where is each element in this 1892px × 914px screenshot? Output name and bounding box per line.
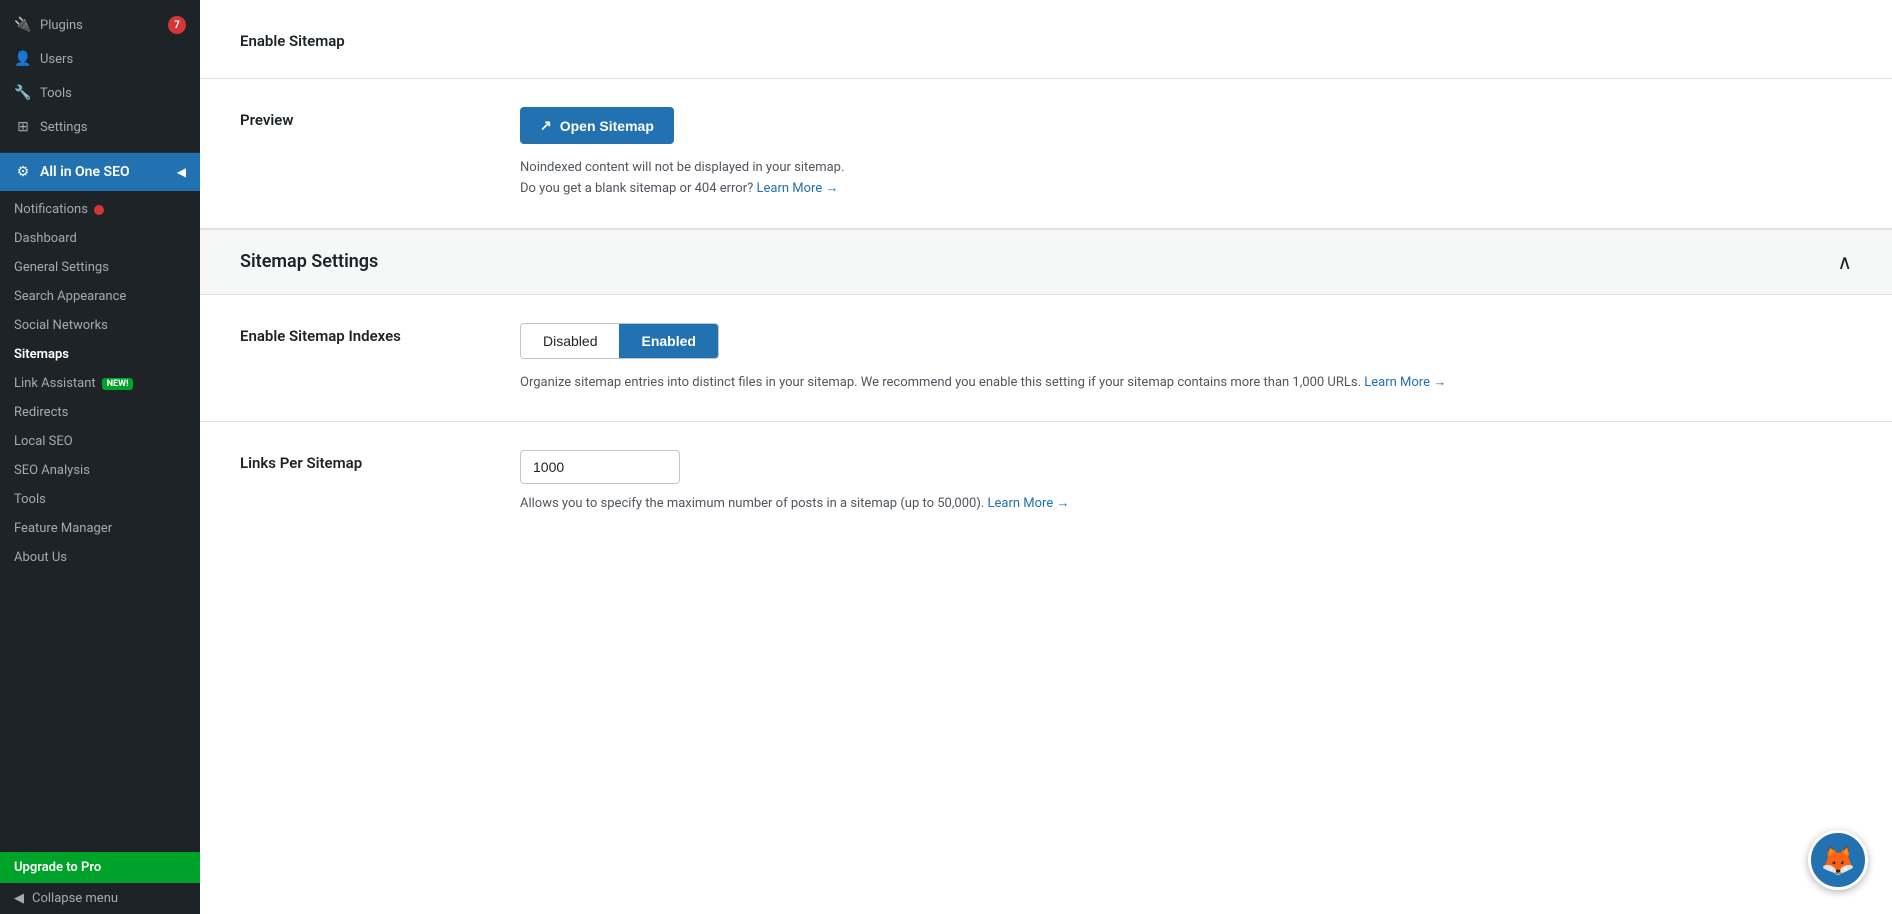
preview-note-line2: Do you get a blank sitemap or 404 error? — [520, 181, 753, 196]
floating-avatar[interactable]: 🦊 — [1808, 830, 1868, 890]
enable-indexes-control: Disabled Enabled Organize sitemap entrie… — [520, 323, 1852, 394]
open-sitemap-label: Open Sitemap — [560, 118, 654, 134]
plugins-badge: 7 — [168, 16, 186, 34]
dashboard-label: Dashboard — [14, 231, 77, 246]
avatar-emoji: 🦊 — [1821, 844, 1856, 877]
sidebar-item-tools-wp[interactable]: 🔧 Tools — [0, 76, 200, 110]
sitemap-settings-title: Sitemap Settings — [240, 251, 378, 272]
upgrade-label: Upgrade to Pro — [14, 860, 101, 875]
sitemap-indexes-disabled-button[interactable]: Disabled — [521, 324, 619, 358]
settings-icon: ⊞ — [14, 118, 32, 136]
tools-label: Tools — [40, 86, 186, 101]
sidebar-item-link-assistant[interactable]: Link Assistant NEW! — [0, 369, 200, 398]
social-networks-label: Social Networks — [14, 318, 108, 333]
preview-note-line1: Noindexed content will not be displayed … — [520, 160, 844, 175]
links-learn-more-label: Learn More → — [988, 496, 1070, 511]
general-settings-label: General Settings — [14, 260, 109, 275]
tools-sub-label: Tools — [14, 492, 46, 507]
settings-label: Settings — [40, 120, 186, 135]
enable-sitemap-indexes-label: Enable Sitemap Indexes — [240, 323, 520, 345]
sidebar-item-plugins[interactable]: 🔌 Plugins 7 — [0, 8, 200, 42]
search-appearance-label: Search Appearance — [14, 289, 126, 304]
about-us-label: About Us — [14, 550, 67, 565]
links-per-sitemap-row: Links Per Sitemap Allows you to specify … — [200, 422, 1892, 543]
collapse-menu-button[interactable]: ◀ Collapse menu — [0, 883, 200, 914]
enable-sitemap-row: Enable Sitemap — [200, 0, 1892, 79]
notifications-label: Notifications — [14, 202, 88, 217]
sidebar-item-users[interactable]: 👤 Users — [0, 42, 200, 76]
sidebar-item-about-us[interactable]: About Us — [0, 543, 200, 572]
sidebar-sub-section: Notifications Dashboard General Settings… — [0, 191, 200, 576]
feature-manager-label: Feature Manager — [14, 521, 112, 536]
seo-analysis-label: SEO Analysis — [14, 463, 90, 478]
plugins-label: Plugins — [40, 18, 160, 33]
preview-control: ↗ Open Sitemap Noindexed content will no… — [520, 107, 1852, 200]
aioseo-label: All in One SEO — [40, 164, 169, 180]
preview-learn-more-label: Learn More → — [757, 181, 839, 196]
enable-indexes-learn-more-link[interactable]: Learn More → — [1364, 375, 1446, 390]
enable-indexes-learn-more-label: Learn More → — [1364, 375, 1446, 390]
sidebar-item-redirects[interactable]: Redirects — [0, 398, 200, 427]
sidebar-item-local-seo[interactable]: Local SEO — [0, 427, 200, 456]
sitemap-indexes-enabled-button[interactable]: Enabled — [619, 324, 717, 358]
preview-row: Preview ↗ Open Sitemap Noindexed content… — [200, 79, 1892, 229]
notification-dot — [94, 205, 104, 215]
open-sitemap-button[interactable]: ↗ Open Sitemap — [520, 107, 674, 144]
preview-learn-more-link[interactable]: Learn More → — [757, 181, 839, 196]
sidebar-item-general-settings[interactable]: General Settings — [0, 253, 200, 282]
links-per-sitemap-input[interactable] — [520, 450, 680, 484]
links-per-sitemap-description: Allows you to specify the maximum number… — [520, 494, 1852, 515]
sidebar-item-tools[interactable]: Tools — [0, 485, 200, 514]
preview-note: Noindexed content will not be displayed … — [520, 158, 1852, 200]
new-badge: NEW! — [102, 378, 134, 390]
toggle-thumb — [547, 31, 567, 51]
enabled-label: Enabled — [641, 333, 695, 349]
sidebar-item-notifications[interactable]: Notifications — [0, 195, 200, 224]
tools-icon: 🔧 — [14, 84, 32, 102]
plugins-icon: 🔌 — [14, 16, 32, 34]
sitemap-indexes-toggle-group: Disabled Enabled — [520, 323, 719, 359]
preview-label: Preview — [240, 107, 520, 129]
main-content: Enable Sitemap Preview ↗ Open Sitemap No… — [200, 0, 1892, 914]
links-desc-text: Allows you to specify the maximum number… — [520, 496, 984, 511]
sidebar: 🔌 Plugins 7 👤 Users 🔧 Tools ⊞ Settings ⚙… — [0, 0, 200, 914]
sitemaps-label: Sitemaps — [14, 347, 69, 362]
local-seo-label: Local SEO — [14, 434, 73, 449]
users-icon: 👤 — [14, 50, 32, 68]
chevron-up-icon: ∧ — [1837, 250, 1852, 274]
users-label: Users — [40, 52, 186, 67]
disabled-label: Disabled — [543, 333, 597, 349]
enable-sitemap-indexes-row: Enable Sitemap Indexes Disabled Enabled … — [200, 295, 1892, 423]
sidebar-item-aioseo[interactable]: ⚙ All in One SEO ◀ — [0, 153, 200, 191]
sidebar-item-sitemaps[interactable]: Sitemaps — [0, 340, 200, 369]
sitemap-settings-header[interactable]: Sitemap Settings ∧ — [200, 229, 1892, 295]
upgrade-to-pro-button[interactable]: Upgrade to Pro — [0, 852, 200, 883]
sidebar-top-section: 🔌 Plugins 7 👤 Users 🔧 Tools ⊞ Settings — [0, 0, 200, 153]
sidebar-item-feature-manager[interactable]: Feature Manager — [0, 514, 200, 543]
sidebar-item-dashboard[interactable]: Dashboard — [0, 224, 200, 253]
links-per-sitemap-control: Allows you to specify the maximum number… — [520, 450, 1852, 515]
links-per-sitemap-label: Links Per Sitemap — [240, 450, 520, 472]
sidebar-item-settings[interactable]: ⊞ Settings — [0, 110, 200, 144]
collapse-label: Collapse menu — [32, 891, 118, 906]
links-learn-more-link[interactable]: Learn More → — [988, 496, 1070, 511]
sidebar-item-seo-analysis[interactable]: SEO Analysis — [0, 456, 200, 485]
enable-indexes-desc-text: Organize sitemap entries into distinct f… — [520, 375, 1361, 390]
external-link-icon: ↗ — [540, 117, 552, 134]
collapse-arrow-icon: ◀ — [14, 891, 24, 906]
content-area: Enable Sitemap Preview ↗ Open Sitemap No… — [200, 0, 1892, 914]
enable-sitemap-label: Enable Sitemap — [240, 28, 520, 50]
sidebar-item-search-appearance[interactable]: Search Appearance — [0, 282, 200, 311]
link-assistant-label: Link Assistant — [14, 376, 96, 391]
redirects-label: Redirects — [14, 405, 68, 420]
aioseo-chevron-icon: ◀ — [177, 165, 186, 179]
enable-indexes-description: Organize sitemap entries into distinct f… — [520, 373, 1852, 394]
sidebar-item-social-networks[interactable]: Social Networks — [0, 311, 200, 340]
aioseo-icon: ⚙ — [14, 163, 32, 181]
